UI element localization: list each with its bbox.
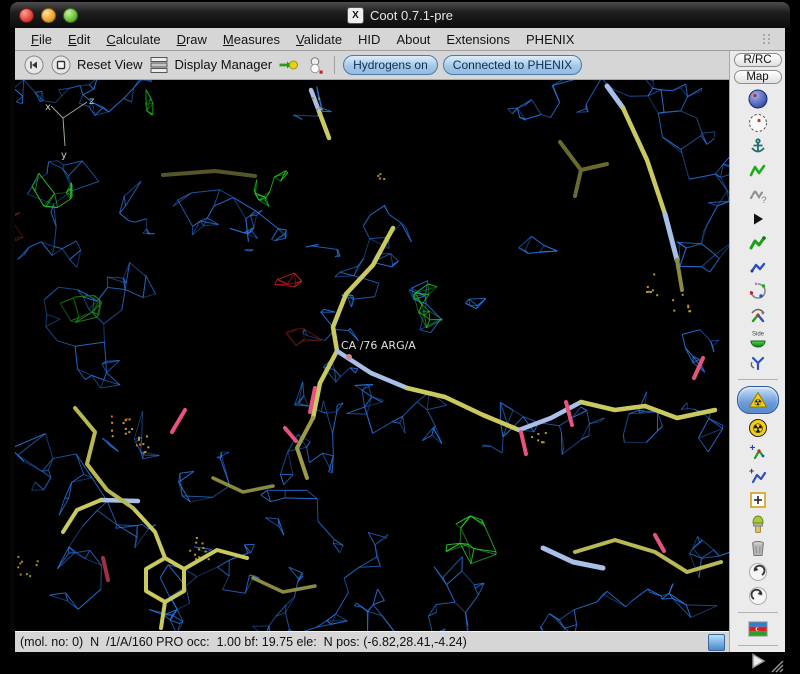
svg-text:Side: Side <box>751 332 764 338</box>
view-sphere-icon[interactable] <box>747 88 769 110</box>
auto-fit-rotamer-icon[interactable] <box>747 232 769 254</box>
status-text: (mol. no: 0) N /1/A/160 PRO occ: 1.00 bf… <box>20 635 467 649</box>
play-row <box>730 650 785 674</box>
svg-text:z: z <box>89 96 94 107</box>
mutate-radiation-triangle-icon: ☢ <box>747 389 769 411</box>
rrc-button[interactable]: R/RC <box>734 53 782 67</box>
undo-icon[interactable] <box>747 561 769 583</box>
toolbar-separator <box>334 56 335 74</box>
toolbar-separator <box>738 612 778 613</box>
add-alt-conf-icon[interactable]: + <box>747 465 769 487</box>
zoom-button[interactable] <box>63 8 78 23</box>
window-title: X Coot 0.7.1-pre <box>347 7 453 24</box>
add-terminal-residue-icon[interactable]: + <box>747 441 769 463</box>
traffic-lights <box>19 8 78 23</box>
main-toolbar: Reset View Display Manager <box>15 51 729 80</box>
map-button[interactable]: Map <box>734 70 782 84</box>
density-scene: x z y CA /76 ARG/A <box>15 80 729 634</box>
menu-calculate[interactable]: Calculate <box>98 32 168 47</box>
svg-text:☢: ☢ <box>752 422 764 437</box>
gl-canvas[interactable]: x z y CA /76 ARG/A <box>15 80 729 631</box>
titlebar[interactable]: X Coot 0.7.1-pre <box>10 2 790 28</box>
azerbaijan-flag-icon[interactable] <box>747 618 769 640</box>
run-play-icon[interactable] <box>747 650 769 672</box>
menu-measures[interactable]: Measures <box>215 32 288 47</box>
clear-pending-picks-icon[interactable] <box>747 513 769 535</box>
menu-about[interactable]: About <box>388 32 438 47</box>
regularize-icon[interactable]: ? <box>747 184 769 206</box>
svg-text:x: x <box>45 102 51 113</box>
toolbar-separator <box>738 379 778 380</box>
svg-text:+: + <box>749 443 755 454</box>
rotamers-icon[interactable] <box>747 256 769 278</box>
statusbar: (mol. no: 0) N /1/A/160 PRO occ: 1.00 bf… <box>15 631 729 652</box>
right-toolbar: R/RC Map <box>729 51 785 652</box>
phenix-connection-button[interactable]: Connected to PHENIX <box>443 55 582 75</box>
delete-item-icon[interactable] <box>747 537 769 559</box>
recentre-icon[interactable] <box>50 54 72 76</box>
x11-icon: X <box>347 7 364 24</box>
side-chain-180-flip-icon[interactable]: Side <box>747 328 769 350</box>
menu-phenix[interactable]: PHENIX <box>518 32 582 47</box>
simple-mutate-icon[interactable]: ☢ <box>747 417 769 439</box>
minimize-button[interactable] <box>41 8 56 23</box>
menu-validate[interactable]: Validate <box>288 32 350 47</box>
menu-file[interactable]: File <box>23 32 60 47</box>
coot-window: X Coot 0.7.1-pre File Edit Calculate Dra… <box>10 2 790 656</box>
rigid-body-fit-icon[interactable] <box>747 208 769 230</box>
toolbar-separator <box>738 645 778 646</box>
hydrogens-toggle-button[interactable]: Hydrogens on <box>343 55 438 75</box>
jed-flip-icon[interactable] <box>747 352 769 374</box>
display-manager-button[interactable]: Display Manager <box>175 57 273 72</box>
add-atom-at-pointer-icon[interactable] <box>747 489 769 511</box>
toolbar-grip-icon[interactable] <box>761 33 773 45</box>
window-chrome: File Edit Calculate Draw Measures Valida… <box>15 28 785 652</box>
svg-text:?: ? <box>761 195 766 205</box>
menu-edit[interactable]: Edit <box>60 32 98 47</box>
svg-text:y: y <box>61 150 67 161</box>
close-button[interactable] <box>19 8 34 23</box>
back-view-icon[interactable] <box>23 54 45 76</box>
svg-text:+: + <box>749 466 754 476</box>
anchor-icon[interactable] <box>747 136 769 158</box>
menu-extensions[interactable]: Extensions <box>438 32 518 47</box>
menubar: File Edit Calculate Draw Measures Valida… <box>15 28 785 51</box>
recentre-view-icon[interactable] <box>747 112 769 134</box>
mutate-and-auto-fit-button[interactable]: ☢ <box>737 386 779 414</box>
window-resize-grip[interactable] <box>768 657 784 673</box>
menu-hid[interactable]: HID <box>350 32 388 47</box>
menu-draw[interactable]: Draw <box>169 32 215 47</box>
svg-text:CA /76 ARG/A: CA /76 ARG/A <box>341 339 416 352</box>
layers-icon[interactable] <box>148 54 170 76</box>
status-resize-square[interactable] <box>708 634 725 651</box>
go-to-atom-icon[interactable] <box>277 54 299 76</box>
window-title-text: Coot 0.7.1-pre <box>370 8 453 23</box>
reset-view-button[interactable]: Reset View <box>77 57 143 72</box>
real-space-refine-icon[interactable] <box>747 160 769 182</box>
redo-icon[interactable] <box>747 585 769 607</box>
svg-text:☢: ☢ <box>753 399 761 409</box>
flip-peptide-icon[interactable] <box>747 304 769 326</box>
edit-chi-angles-icon[interactable] <box>747 280 769 302</box>
ligand-molecule-icon[interactable] <box>304 54 326 76</box>
